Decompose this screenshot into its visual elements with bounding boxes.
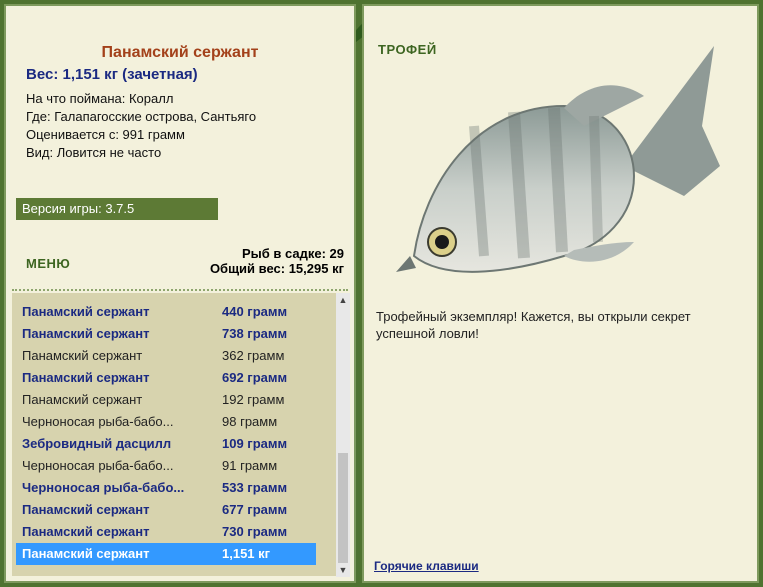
list-item-name: Панамский сержант [22,348,143,363]
list-item-name: Черноносая рыба-бабо... [22,414,174,429]
list-item-name: Панамский сержант [22,502,150,517]
list-item[interactable]: Черноносая рыба-бабо... 533 грамм [16,477,316,499]
catch-weight: Вес: 1,151 кг (зачетная) [26,66,198,83]
list-item[interactable]: Черноносая рыба-бабо... 91 грамм [16,455,316,477]
list-item-weight: 440 грамм [222,304,288,319]
list-item[interactable]: Панамский сержант 1,151 кг [16,543,316,565]
version-bar: Версия игры: 3.7.5 [16,198,218,220]
list-item[interactable]: Панамский сержант 362 грамм [16,345,316,367]
list-item-weight: 362 грамм [222,348,285,363]
list-item-weight: 1,151 кг [222,546,271,561]
list-item[interactable]: Панамский сержант 440 грамм [16,301,316,323]
list-item-weight: 738 грамм [222,326,288,341]
fish-count: Рыб в садке: 29 [241,246,344,261]
list-item[interactable]: Черноносая рыба-бабо... 98 грамм [16,411,316,433]
divider [12,289,348,291]
list-item-name: Зебровидный дасцилл [22,436,172,451]
scroll-thumb[interactable] [338,453,348,563]
list-item[interactable]: Панамский сержант 192 грамм [16,389,316,411]
scrollbar[interactable]: ▲ ▼ [336,293,350,577]
catch-info-score: Оценивается с: 991 грамм [26,127,185,142]
fish-image [396,46,720,273]
total-weight: Общий вес: 15,295 кг [209,261,344,276]
list-item-weight: 692 грамм [222,370,288,385]
list-item-name: Черноносая рыба-бабо... [22,458,174,473]
catch-title: Панамский сержант [101,44,259,61]
list-item-name: Черноносая рыба-бабо... [22,480,185,495]
list-item[interactable]: Зебровидный дасцилл 109 грамм [16,433,316,455]
catch-info: На что поймана: Коралл Где: Галапагосски… [26,90,256,162]
hotkeys-link[interactable]: Горячие клавиши [374,559,479,573]
list-item-weight: 98 грамм [222,414,278,429]
list-item-name: Панамский сержант [22,304,150,319]
catch-info-location: Где: Галапагосские острова, Сантьяго [26,109,257,124]
catch-info-bait: На что поймана: Коралл [26,91,174,106]
list-item-weight: 109 грамм [222,436,288,451]
scroll-down-icon[interactable]: ▼ [336,563,350,577]
list-item-name: Панамский сержант [22,546,150,561]
cage-stats: Рыб в садке: 29 Общий вес: 15,295 кг [210,246,344,276]
list-item-name: Панамский сержант [22,370,150,385]
trophy-message: Трофейный экземпляр! Кажется, вы открыли… [376,309,691,341]
list-item-name: Панамский сержант [22,392,143,407]
scroll-up-icon[interactable]: ▲ [336,293,350,307]
list-item-name: Панамский сержант [22,326,150,341]
list-item[interactable]: Панамский сержант 738 грамм [16,323,316,345]
catch-list[interactable]: Панамский сержант 440 грамм Панамский серж… [12,293,336,576]
list-item-weight: 533 грамм [222,480,288,495]
list-item-name: Панамский сержант [22,524,150,539]
trophy-panel: ТРОФЕЙ Трофейный экземпляр! Кажется, вы … [362,4,759,583]
list-item-weight: 192 грамм [222,392,285,407]
catch-panel: Панамский сержант Вес: 1,151 кг (зачетна… [4,4,356,583]
list-item-weight: 91 грамм [222,458,278,473]
list-item[interactable]: Панамский сержант 730 грамм [16,521,316,543]
list-item-weight: 677 грамм [222,502,288,517]
list-item-weight: 730 грамм [222,524,288,539]
menu-button[interactable]: МЕНЮ [26,256,70,271]
list-item[interactable]: Панамский сержант 692 грамм [16,367,316,389]
catch-info-rarity: Вид: Ловится не часто [26,145,162,160]
list-item[interactable]: Панамский сержант 677 грамм [16,499,316,521]
